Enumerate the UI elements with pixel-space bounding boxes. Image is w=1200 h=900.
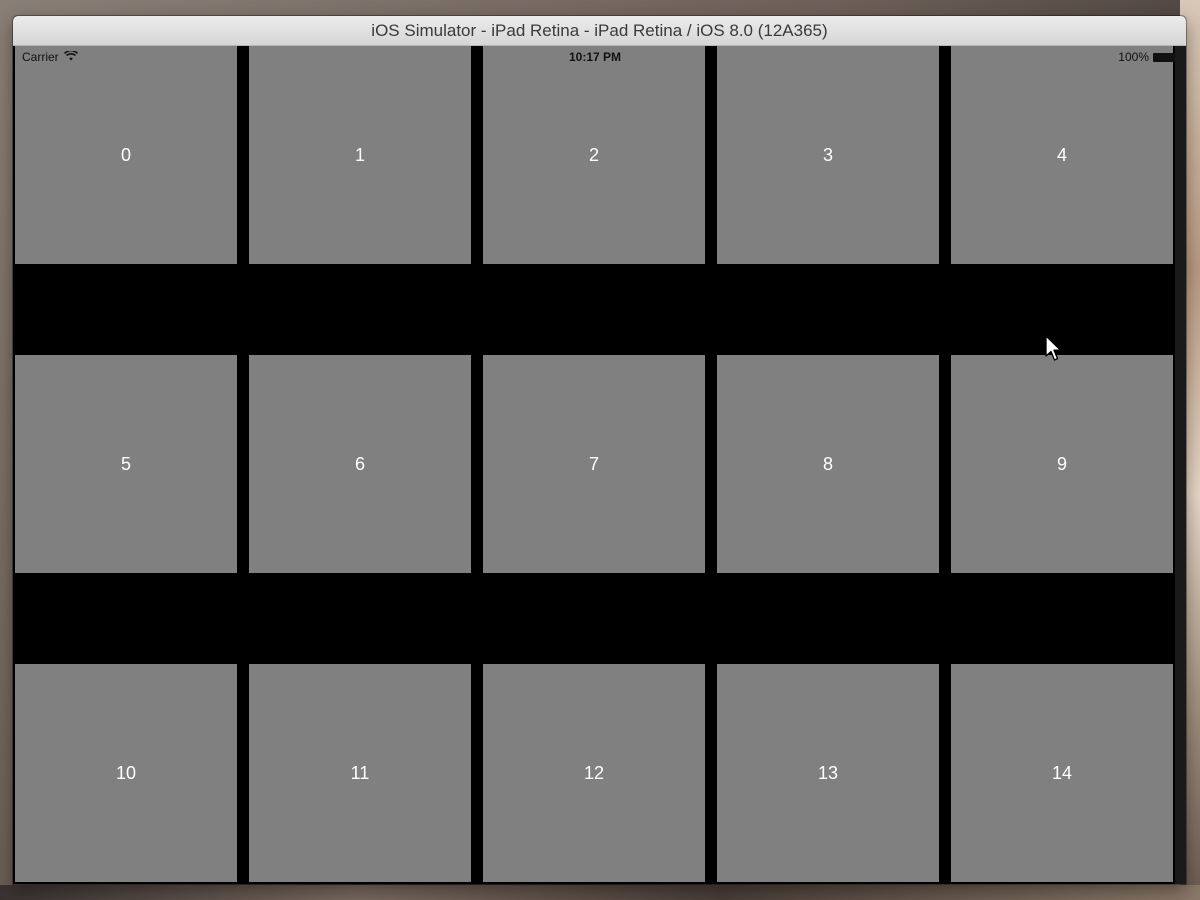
desktop-wallpaper-bottom: [0, 885, 1200, 900]
tile-label: 0: [120, 144, 131, 165]
grid-tile[interactable]: 2: [483, 46, 705, 264]
grid-tile[interactable]: 13: [717, 664, 939, 882]
tile-label: 5: [120, 453, 131, 474]
window-title: iOS Simulator - iPad Retina - iPad Retin…: [371, 20, 828, 40]
tile-label: 6: [354, 453, 365, 474]
grid-tile[interactable]: 6: [249, 355, 471, 573]
tile-label: 4: [1056, 144, 1067, 165]
grid-tile[interactable]: 3: [717, 46, 939, 264]
screen-edge: [1175, 46, 1186, 884]
battery-icon: [1153, 52, 1175, 62]
tile-label: 7: [588, 453, 599, 474]
grid-tile[interactable]: 14: [951, 664, 1173, 882]
grid-tile[interactable]: 12: [483, 664, 705, 882]
grid-tile[interactable]: 5: [15, 355, 237, 573]
tile-label: 9: [1056, 453, 1067, 474]
tile-label: 14: [1051, 762, 1073, 783]
grid-tile[interactable]: 0: [15, 46, 237, 264]
carrier-label: Carrier: [22, 50, 59, 64]
mouse-cursor-icon: [1045, 335, 1062, 361]
tile-label: 3: [822, 144, 833, 165]
grid-tile[interactable]: 8: [717, 355, 939, 573]
status-bar: Carrier 10:17 PM 100%: [15, 46, 1175, 66]
grid-tile[interactable]: 10: [15, 664, 237, 882]
tile-label: 12: [583, 762, 605, 783]
status-time: 10:17 PM: [568, 50, 622, 64]
battery-percent: 100%: [1118, 50, 1149, 64]
grid-tile[interactable]: 11: [249, 664, 471, 882]
tile-label: 13: [817, 762, 839, 783]
tile-label: 8: [822, 453, 833, 474]
wifi-icon: [63, 49, 78, 64]
grid-tile[interactable]: 4: [951, 46, 1173, 264]
ipad-screen: Carrier 10:17 PM 100% 0 1 2 3 4 5 6 7 8 9 10 11 12 13…: [15, 46, 1175, 884]
tile-label: 1: [354, 144, 365, 165]
tile-label: 2: [588, 144, 599, 165]
tile-label: 10: [115, 762, 137, 783]
grid-tile[interactable]: 9: [951, 355, 1173, 573]
simulator-window: iOS Simulator - iPad Retina - iPad Retin…: [13, 16, 1186, 884]
tile-label: 11: [350, 762, 370, 783]
grid-tile[interactable]: 1: [249, 46, 471, 264]
grid-tile[interactable]: 7: [483, 355, 705, 573]
window-titlebar[interactable]: iOS Simulator - iPad Retina - iPad Retin…: [13, 16, 1186, 46]
